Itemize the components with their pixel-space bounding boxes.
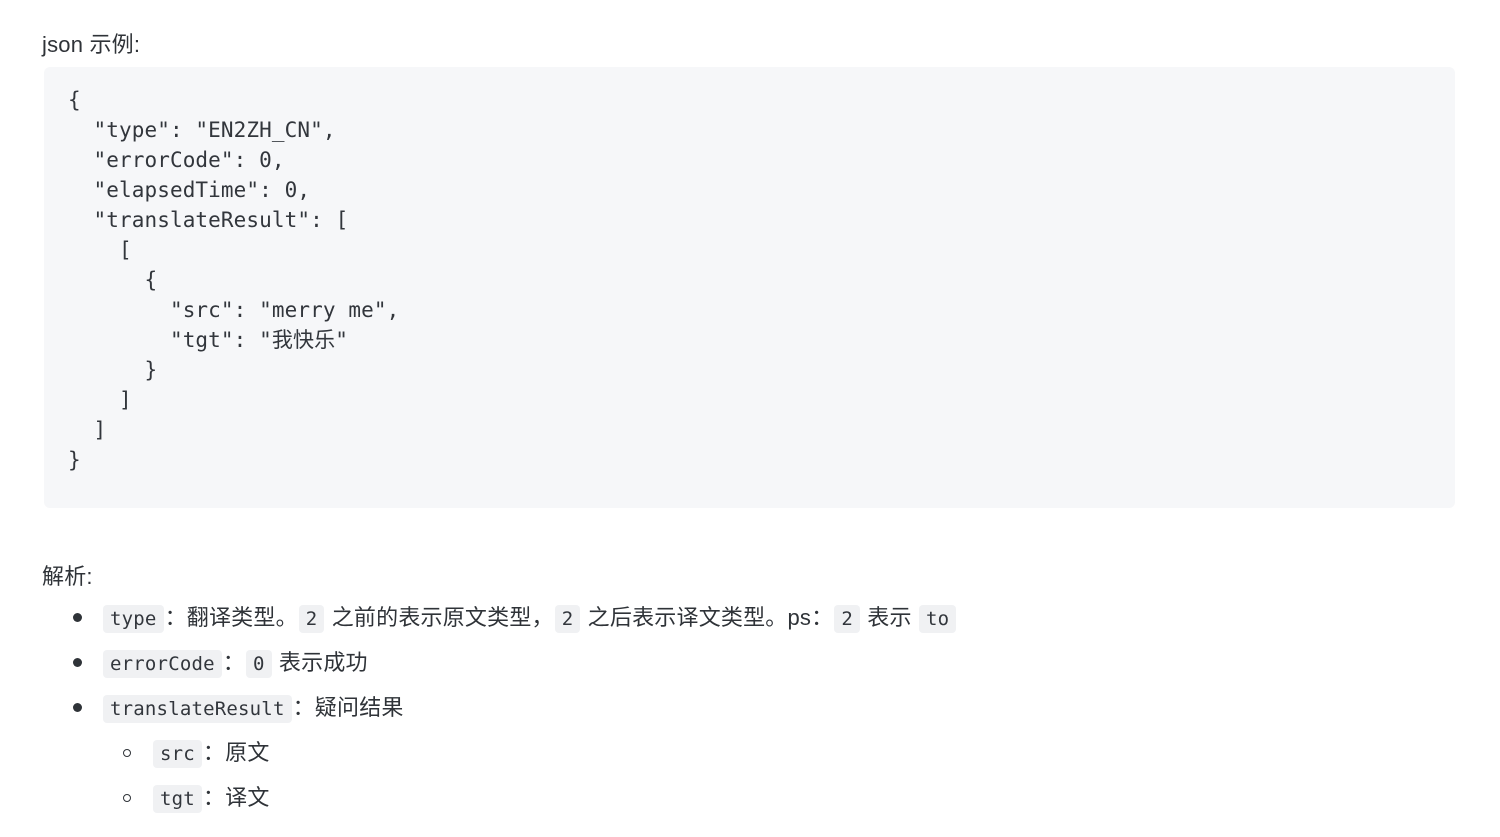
inline-text: ： (222, 650, 245, 675)
inline-code-chip: to (919, 605, 957, 633)
inline-text: 表示成功 (272, 650, 368, 675)
analysis-sub-item-content: src ：原文 (152, 740, 270, 768)
analysis-sub-list-item: tgt ：译文 (102, 776, 1462, 821)
inline-text: 表示 (860, 605, 918, 630)
inline-text: 之后表示译文类型。ps： (581, 605, 834, 630)
analysis-item-content: errorCode： 0 表示成功 (102, 650, 368, 678)
inline-text: ：翻译类型。 (164, 605, 298, 630)
analysis-list-item: translateResult ：疑问结果 src ：原文 tgt ：译文 (42, 686, 1462, 821)
analysis-list-item: errorCode： 0 表示成功 (42, 641, 1462, 686)
inline-code-chip: 0 (245, 650, 272, 678)
analysis-sub-item-content: tgt ：译文 (152, 785, 270, 813)
json-code-block: { "type": "EN2ZH_CN", "errorCode": 0, "e… (44, 67, 1455, 508)
hollow-bullet-marker-icon (120, 731, 134, 775)
bullet-marker-icon (70, 596, 84, 640)
inline-code-chip: 2 (554, 605, 581, 633)
bullet-marker-icon (70, 686, 84, 730)
inline-text: ：疑问结果 (292, 695, 404, 720)
analysis-list-item: type ：翻译类型。 2 之前的表示原文类型， 2 之后表示译文类型。ps： 2 表示… (42, 596, 1462, 641)
inline-code-chip: 2 (298, 605, 325, 633)
inline-code-chip: type (103, 605, 164, 633)
inline-code-chip: src (153, 740, 202, 768)
json-code-content: { "type": "EN2ZH_CN", "errorCode": 0, "e… (68, 88, 400, 472)
inline-code-chip: tgt (153, 785, 202, 813)
inline-text: ：原文 (202, 740, 270, 765)
inline-text: 之前的表示原文类型， (325, 605, 554, 630)
hollow-bullet-marker-icon (120, 776, 134, 820)
analysis-sub-list: src ：原文 tgt ：译文 (102, 731, 1462, 821)
inline-text: ：译文 (202, 785, 270, 810)
inline-code-chip: 2 (834, 605, 860, 633)
analysis-sub-list-item: src ：原文 (102, 731, 1462, 776)
inline-code-chip: errorCode (103, 650, 222, 678)
analysis-list: type ：翻译类型。 2 之前的表示原文类型， 2 之后表示译文类型。ps： 2 表示… (42, 596, 1462, 821)
document-page: json 示例: { "type": "EN2ZH_CN", "errorCod… (0, 0, 1500, 837)
bullet-marker-icon (70, 641, 84, 685)
analysis-heading: 解析: (42, 564, 93, 589)
analysis-item-content: translateResult ：疑问结果 (102, 695, 404, 723)
intro-paragraph: json 示例: (42, 32, 141, 57)
inline-code-chip: translateResult (103, 695, 292, 723)
analysis-item-content: type ：翻译类型。 2 之前的表示原文类型， 2 之后表示译文类型。ps： 2 表示… (102, 605, 957, 633)
